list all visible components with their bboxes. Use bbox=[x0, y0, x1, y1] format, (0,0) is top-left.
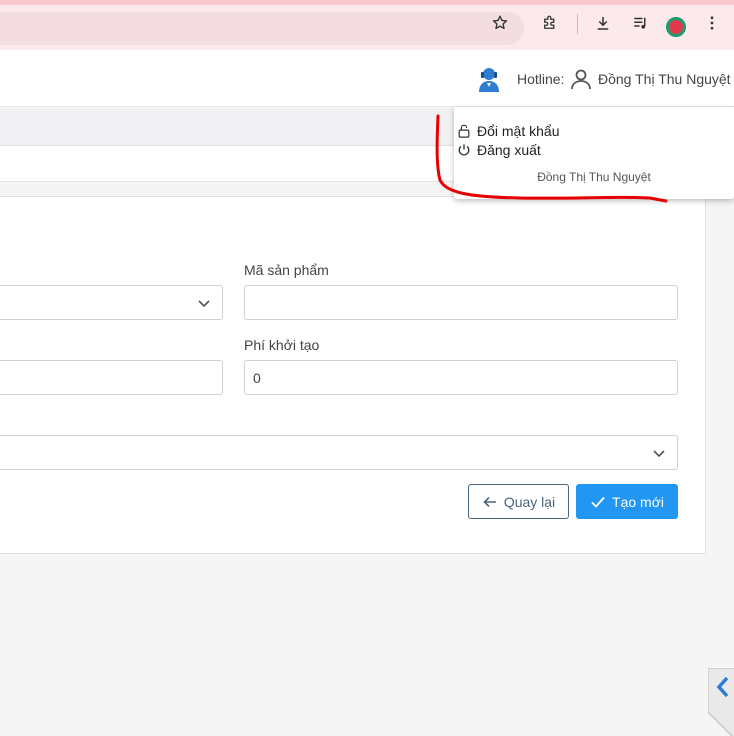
browser-toolbar bbox=[0, 0, 734, 50]
dropdown-username: Đồng Thị Thu Nguyệt bbox=[537, 170, 651, 184]
collapse-panel-tab[interactable] bbox=[708, 668, 734, 736]
header-username[interactable]: Đồng Thị Thu Nguyệt bbox=[598, 71, 731, 87]
check-icon bbox=[591, 496, 605, 508]
media-icon[interactable] bbox=[627, 9, 655, 37]
logout-item[interactable]: Đăng xuất bbox=[457, 142, 541, 158]
setup-fee-field[interactable] bbox=[244, 360, 678, 395]
chevron-down-icon bbox=[653, 450, 665, 458]
back-button-label: Quay lại bbox=[503, 493, 556, 510]
change-password-item[interactable]: Đổi mật khẩu bbox=[457, 123, 559, 139]
back-button[interactable]: Quay lại bbox=[468, 484, 569, 519]
toolbar-separator bbox=[577, 14, 578, 34]
download-icon[interactable] bbox=[589, 9, 617, 37]
chevron-down-icon bbox=[198, 300, 210, 308]
product-code-input[interactable] bbox=[253, 294, 669, 311]
setup-fee-input[interactable] bbox=[253, 369, 669, 386]
product-code-label: Mã sản phẩm bbox=[244, 262, 329, 278]
star-icon[interactable] bbox=[486, 9, 514, 37]
left-select-1[interactable] bbox=[0, 285, 223, 320]
logout-label: Đăng xuất bbox=[477, 142, 541, 158]
arrow-left-icon bbox=[483, 496, 496, 507]
power-icon bbox=[458, 144, 470, 156]
change-password-label: Đổi mật khẩu bbox=[477, 123, 560, 139]
create-button-label: Tạo mới bbox=[612, 493, 664, 510]
support-agent-icon bbox=[474, 64, 504, 94]
setup-fee-label: Phí khởi tạo bbox=[244, 337, 320, 353]
more-icon[interactable] bbox=[698, 9, 726, 37]
unlock-icon bbox=[458, 124, 470, 138]
wide-select[interactable] bbox=[0, 435, 678, 470]
product-code-field[interactable] bbox=[244, 285, 678, 320]
user-dropdown: Đổi mật khẩu Đăng xuất Đồng Thị Thu Nguy… bbox=[454, 107, 734, 199]
extension-icon[interactable] bbox=[536, 9, 564, 37]
user-icon[interactable] bbox=[569, 67, 593, 91]
address-bar[interactable] bbox=[0, 12, 524, 45]
profile-avatar[interactable] bbox=[666, 17, 686, 37]
left-input-2[interactable] bbox=[0, 360, 223, 395]
hotline-label: Hotline: bbox=[517, 71, 565, 87]
create-button[interactable]: Tạo mới bbox=[576, 484, 678, 519]
